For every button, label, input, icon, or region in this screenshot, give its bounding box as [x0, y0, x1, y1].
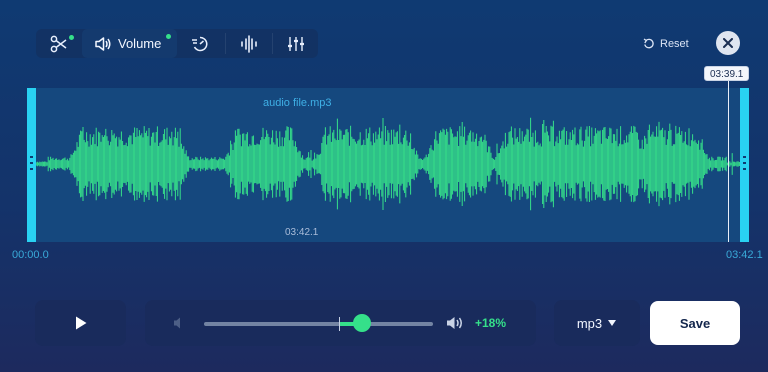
- waveform-tool-button[interactable]: [226, 29, 272, 58]
- volume-zero-marker: [339, 317, 341, 331]
- waveform-bars-icon: [241, 34, 257, 53]
- trim-end-handle[interactable]: [740, 88, 749, 242]
- speed-tool-button[interactable]: [177, 29, 225, 58]
- equalizer-tool-button[interactable]: [273, 29, 318, 58]
- waveform-path: [34, 117, 743, 211]
- close-button[interactable]: [716, 31, 740, 55]
- volume-high-icon[interactable]: [445, 315, 465, 331]
- file-name: audio file.mp3: [263, 97, 332, 109]
- scissors-icon: [50, 35, 67, 52]
- close-icon: [723, 38, 733, 48]
- volume-control-panel: +18%: [145, 300, 536, 346]
- volume-percentage: +18%: [475, 316, 507, 330]
- reset-icon: [643, 38, 654, 49]
- speaker-icon: [95, 36, 111, 51]
- reset-button[interactable]: Reset: [643, 36, 689, 52]
- trim-start-handle[interactable]: [27, 88, 36, 242]
- end-time: 03:42.1: [726, 249, 763, 261]
- volume-tool-label: Volume: [118, 36, 162, 51]
- sliders-icon: [287, 36, 304, 51]
- play-button[interactable]: [35, 300, 126, 346]
- start-time: 00:00.0: [12, 249, 49, 261]
- volume-slider-track[interactable]: [204, 322, 433, 326]
- volume-slider-knob[interactable]: [353, 314, 371, 332]
- selection-duration: 03:42.1: [285, 227, 319, 238]
- audio-waveform: [34, 117, 743, 211]
- editor-toolbar: Volume: [36, 29, 318, 58]
- chevron-down-icon: [608, 320, 617, 326]
- trim-tool-button[interactable]: [36, 29, 82, 58]
- play-icon: [75, 316, 86, 330]
- playhead-line[interactable]: [728, 78, 729, 242]
- waveform-region[interactable]: [27, 88, 749, 242]
- save-button[interactable]: Save: [650, 301, 740, 345]
- volume-active-dot: [166, 34, 171, 39]
- reset-label: Reset: [660, 38, 689, 50]
- speed-icon: [192, 36, 208, 51]
- volume-low-icon[interactable]: [172, 316, 186, 330]
- trim-active-dot: [69, 35, 74, 40]
- handle-grip: [30, 156, 33, 172]
- format-dropdown[interactable]: mp3: [554, 300, 640, 346]
- handle-grip: [743, 156, 746, 172]
- playhead-time: 03:39.1: [704, 66, 750, 81]
- volume-tool-button[interactable]: Volume: [82, 29, 177, 58]
- format-selected: mp3: [576, 315, 603, 331]
